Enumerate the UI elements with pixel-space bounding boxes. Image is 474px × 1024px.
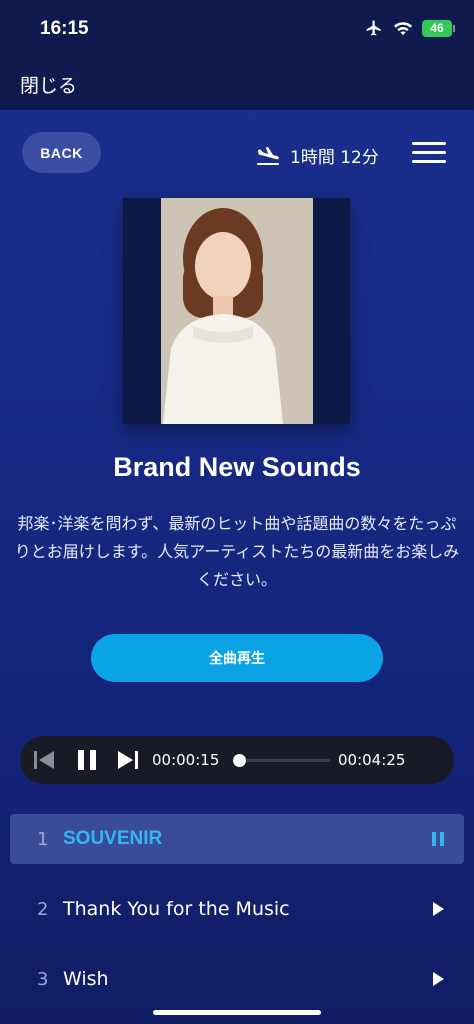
- track-number: 1: [37, 828, 49, 850]
- play-icon[interactable]: [430, 971, 446, 987]
- pause-icon[interactable]: [430, 831, 446, 847]
- battery-icon: 46: [422, 19, 455, 37]
- playlist-title: Brand New Sounds: [113, 452, 361, 482]
- total-time: 00:04:25: [338, 751, 406, 769]
- flight-remaining-time: 1時間 12分: [290, 148, 379, 168]
- track-title: Wish: [63, 968, 109, 990]
- previous-track-icon[interactable]: [33, 749, 55, 771]
- playlist-artwork: [123, 198, 350, 424]
- track-title: SOUVENIR: [63, 828, 163, 849]
- status-time: 16:15: [40, 18, 89, 39]
- app-screen: 16:15 46 閉じる BACK 1時間 12分 Brand New Soun…: [0, 0, 474, 1024]
- elapsed-time: 00:00:15: [152, 751, 220, 769]
- pause-icon[interactable]: [75, 748, 99, 772]
- progress-knob[interactable]: [233, 754, 247, 767]
- back-button[interactable]: BACK: [22, 132, 101, 173]
- track-row[interactable]: 1 SOUVENIR: [10, 814, 464, 864]
- play-icon[interactable]: [430, 901, 446, 917]
- status-icons: 46: [364, 19, 455, 37]
- track-row[interactable]: 3 Wish: [10, 954, 464, 1004]
- track-row[interactable]: 2 Thank You for the Music: [10, 884, 464, 934]
- artist-photo: [123, 198, 350, 424]
- track-number: 3: [37, 968, 49, 990]
- landing-plane-icon: [257, 146, 279, 165]
- home-indicator: [153, 1010, 321, 1015]
- top-bar: 16:15 46 閉じる: [0, 0, 474, 110]
- next-track-icon[interactable]: [117, 749, 139, 771]
- playlist-description: 邦楽･洋楽を問わず、最新のヒット曲や話題曲の数々をたっぷりとお届けします。人気ア…: [14, 514, 460, 589]
- hamburger-menu-icon[interactable]: [412, 142, 446, 166]
- track-number: 2: [37, 898, 49, 920]
- track-title: Thank You for the Music: [63, 898, 290, 920]
- audio-player-bar: 00:00:15 00:04:25: [20, 736, 454, 784]
- close-link[interactable]: 閉じる: [20, 71, 77, 98]
- wifi-icon: [394, 22, 412, 36]
- airplane-icon: [366, 20, 381, 36]
- flight-time-info: 1時間 12分: [256, 143, 379, 168]
- play-all-button[interactable]: 全曲再生: [91, 634, 383, 682]
- progress-slider[interactable]: [233, 754, 330, 767]
